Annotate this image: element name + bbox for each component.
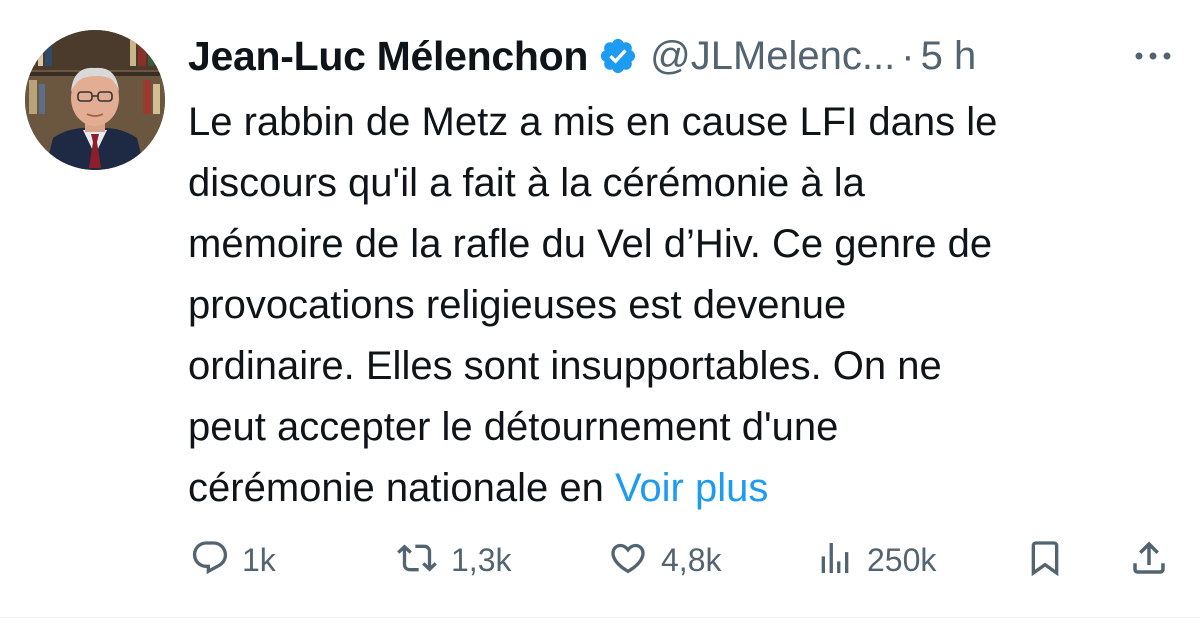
retweet-icon — [395, 538, 439, 583]
tweet-text-line: peut accepter le détournement d'une — [188, 405, 839, 449]
share-icon — [1128, 536, 1170, 585]
views-count: 250k — [867, 541, 937, 578]
avatar[interactable] — [25, 30, 165, 170]
divider — [0, 617, 1200, 618]
author-handle[interactable]: @JLMelenc... — [650, 34, 895, 79]
share-button[interactable] — [1128, 530, 1170, 590]
tweet-text-line: mémoire de la rafle du Vel d’Hiv. Ce gen… — [188, 222, 993, 266]
tweet-header: Jean-Luc Mélenchon @JLMelenc... · 5 h — [188, 28, 976, 84]
author-name[interactable]: Jean-Luc Mélenchon — [188, 33, 588, 80]
views-icon — [815, 538, 855, 583]
tweet-text-line: Le rabbin de Metz a mis en cause LFI dan… — [188, 100, 998, 144]
tweet-text-line: cérémonie nationale en — [188, 466, 615, 510]
retweet-count: 1,3k — [451, 541, 512, 578]
bookmark-button[interactable] — [1025, 530, 1065, 590]
see-more-link[interactable]: Voir plus — [615, 466, 768, 510]
tweet-text-line-last: cérémonie nationale en Voir plus — [188, 458, 1178, 519]
tweet-text: Le rabbin de Metz a mis en cause LFI dan… — [188, 92, 1178, 519]
tweet-time[interactable]: 5 h — [921, 34, 977, 79]
bookmark-icon — [1025, 536, 1065, 585]
reply-icon — [190, 538, 230, 583]
like-button[interactable]: 4,8k — [607, 530, 721, 590]
verified-badge-icon[interactable] — [598, 36, 638, 76]
more-options-icon[interactable] — [1128, 36, 1178, 76]
tweet-text-line: ordinaire. Elles sont insupportables. On… — [188, 344, 942, 388]
reply-button[interactable]: 1k — [190, 530, 276, 590]
tweet-text-line: provocations religieuses est devenue — [188, 283, 847, 327]
separator-dot: · — [901, 33, 915, 78]
heart-icon — [607, 538, 649, 583]
like-count: 4,8k — [661, 541, 722, 578]
tweet[interactable]: Jean-Luc Mélenchon @JLMelenc... · 5 h Le… — [0, 0, 1200, 627]
tweet-actions: 1k 1,3k 4,8k 250k — [0, 530, 1200, 590]
views-button[interactable]: 250k — [815, 530, 936, 590]
retweet-button[interactable]: 1,3k — [395, 530, 511, 590]
tweet-text-line: discours qu'il a fait à la cérémonie à l… — [188, 161, 865, 205]
reply-count: 1k — [242, 541, 276, 578]
